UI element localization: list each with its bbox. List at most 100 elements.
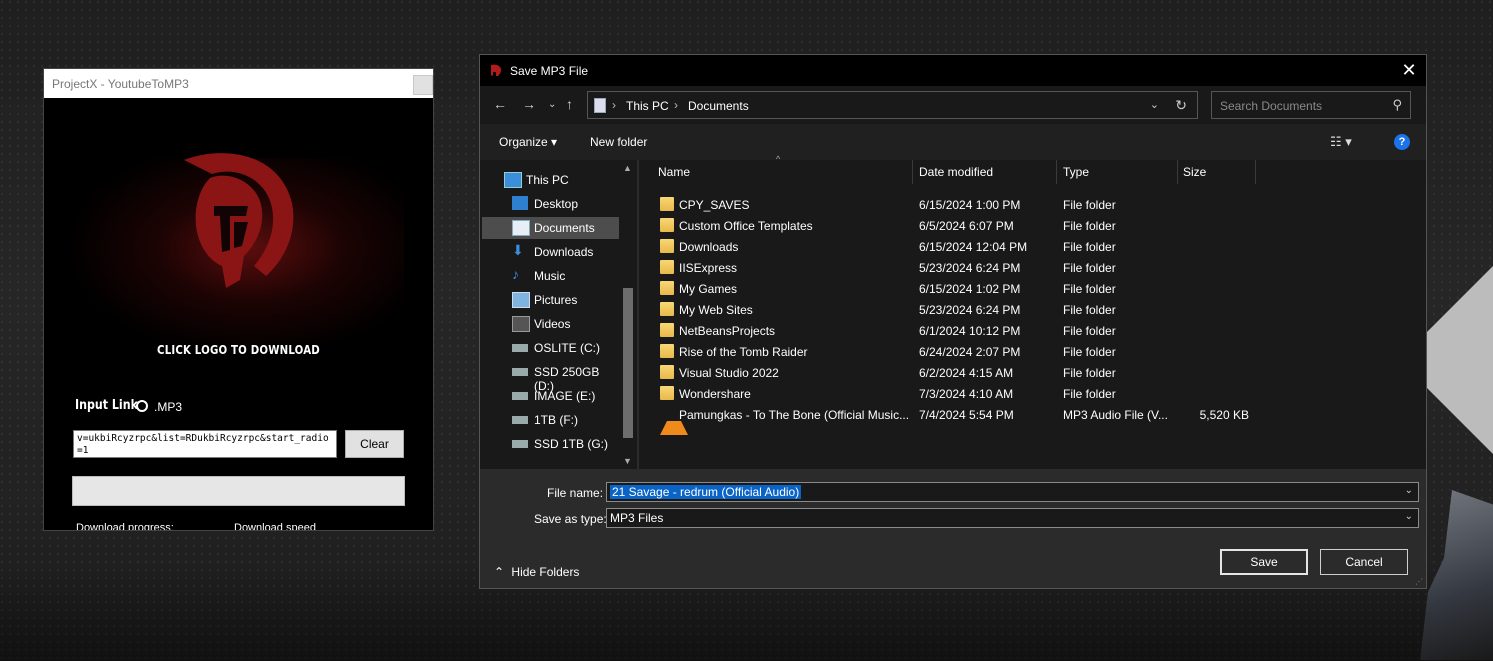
hide-folders-label: Hide Folders bbox=[511, 565, 580, 579]
drive-icon bbox=[512, 416, 528, 424]
nav-item-music[interactable]: ♪ Music bbox=[480, 265, 617, 287]
folder-icon bbox=[660, 386, 674, 400]
save-as-type-label: Save as type: bbox=[534, 512, 607, 526]
file-date-cell: 6/1/2024 10:12 PM bbox=[919, 324, 1021, 338]
dialog-close-button[interactable]: ✕ bbox=[1400, 60, 1418, 80]
address-bar[interactable]: › This PC › Documents ⌄ ↻ bbox=[587, 91, 1198, 119]
cancel-button[interactable]: Cancel bbox=[1320, 549, 1408, 575]
projectx-titlebar: ProjectX - YoutubeToMP3 bbox=[44, 69, 433, 98]
nav-item-drive-c[interactable]: OSLITE (C:) bbox=[480, 337, 617, 359]
dialog-footer: File name: 21 Savage - redrum (Official … bbox=[480, 469, 1426, 588]
projectx-window: ProjectX - YoutubeToMP3 CLICK LOGO TO DO… bbox=[44, 69, 433, 530]
nav-item-downloads[interactable]: ⬇ Downloads bbox=[480, 241, 617, 263]
file-row[interactable]: Downloads 6/15/2024 12:04 PM File folder bbox=[639, 236, 1426, 257]
nav-item-drive-e[interactable]: IMAGE (E:) bbox=[480, 385, 617, 407]
nav-item-drive-f[interactable]: 1TB (F:) bbox=[480, 409, 617, 431]
file-name-cell: NetBeansProjects bbox=[679, 324, 776, 338]
search-placeholder: Search Documents bbox=[1220, 99, 1323, 113]
chevron-up-icon: ⌃ bbox=[494, 565, 505, 579]
breadcrumb-documents[interactable]: Documents bbox=[688, 99, 749, 113]
projectx-close-button[interactable] bbox=[413, 75, 433, 95]
dialog-toolbar: Organize ▾ New folder ☷ ▾ ? bbox=[480, 124, 1426, 160]
address-dropdown-chevron-icon[interactable]: ⌄ bbox=[1150, 98, 1159, 111]
breadcrumb-this-pc[interactable]: This PC bbox=[626, 99, 669, 113]
file-row[interactable]: Rise of the Tomb Raider 6/24/2024 2:07 PM… bbox=[639, 341, 1426, 362]
up-arrow-icon[interactable]: ↑ bbox=[566, 96, 573, 112]
organize-menu-button[interactable]: Organize ▾ bbox=[499, 135, 557, 149]
save-as-type-value: MP3 Files bbox=[610, 511, 664, 525]
scroll-up-icon[interactable]: ▲ bbox=[623, 163, 632, 173]
forward-arrow-icon[interactable]: → bbox=[522, 96, 536, 112]
recent-locations-chevron-icon[interactable]: ⌄ bbox=[548, 99, 556, 110]
nav-item-label: This PC bbox=[526, 173, 569, 187]
file-row[interactable]: Wondershare 7/3/2024 4:10 AM File folder bbox=[639, 383, 1426, 404]
file-name-cell: Visual Studio 2022 bbox=[679, 366, 779, 380]
file-name-cell: My Web Sites bbox=[679, 303, 753, 317]
column-header-date[interactable]: Date modified bbox=[919, 165, 993, 179]
new-folder-button[interactable]: New folder bbox=[590, 135, 647, 149]
file-date-cell: 5/23/2024 6:24 PM bbox=[919, 303, 1021, 317]
file-type-cell: File folder bbox=[1063, 282, 1116, 296]
scrollbar-thumb[interactable] bbox=[623, 288, 633, 438]
save-as-type-select[interactable]: MP3 Files ⌄ bbox=[606, 508, 1419, 528]
link-input[interactable]: v=ukbiRcyzrpc&list=RDukbiRcyzrpc&start_r… bbox=[73, 430, 337, 458]
folder-icon bbox=[660, 239, 674, 253]
videos-icon bbox=[512, 316, 530, 332]
nav-item-label: Videos bbox=[534, 317, 571, 331]
file-name-cell: Rise of the Tomb Raider bbox=[679, 345, 808, 359]
column-header-size[interactable]: Size bbox=[1183, 165, 1206, 179]
column-header-type[interactable]: Type bbox=[1063, 165, 1089, 179]
clear-button[interactable]: Clear bbox=[345, 430, 404, 458]
drive-icon bbox=[512, 440, 528, 448]
file-row[interactable]: IISExpress 5/23/2024 6:24 PM File folder bbox=[639, 257, 1426, 278]
resize-grip-icon[interactable]: ⋰ bbox=[1415, 577, 1423, 586]
nav-item-drive-d[interactable]: SSD 250GB (D:) bbox=[480, 361, 617, 393]
file-row[interactable]: My Games 6/15/2024 1:02 PM File folder bbox=[639, 278, 1426, 299]
column-divider[interactable] bbox=[912, 160, 913, 184]
view-options-icon[interactable]: ☷ ▾ bbox=[1330, 134, 1352, 150]
nav-item-label: Documents bbox=[534, 221, 595, 235]
download-progress-bar bbox=[72, 476, 405, 506]
column-divider[interactable] bbox=[1255, 160, 1256, 184]
back-arrow-icon[interactable]: ← bbox=[493, 96, 507, 112]
file-name-dropdown-chevron-icon[interactable]: ⌄ bbox=[1405, 485, 1413, 496]
search-box[interactable]: Search Documents ⚲ bbox=[1211, 91, 1411, 119]
save-as-type-chevron-icon[interactable]: ⌄ bbox=[1405, 511, 1413, 522]
nav-item-videos[interactable]: Videos bbox=[480, 313, 617, 335]
save-button[interactable]: Save bbox=[1220, 549, 1308, 575]
scroll-down-icon[interactable]: ▼ bbox=[623, 456, 632, 466]
file-row[interactable]: Pamungkas - To The Bone (Official Music.… bbox=[639, 404, 1426, 435]
column-header-name[interactable]: Name bbox=[658, 165, 690, 179]
search-icon: ⚲ bbox=[1392, 97, 1402, 112]
file-row[interactable]: CPY_SAVES 6/15/2024 1:00 PM File folder bbox=[639, 194, 1426, 215]
column-divider[interactable] bbox=[1056, 160, 1057, 184]
nav-item-drive-g[interactable]: SSD 1TB (G:) bbox=[480, 433, 617, 455]
file-row[interactable]: Custom Office Templates 6/5/2024 6:07 PM F… bbox=[639, 215, 1426, 236]
dialog-title: Save MP3 File bbox=[510, 64, 589, 78]
spartan-helmet-logo-icon[interactable] bbox=[174, 148, 304, 288]
file-name-input[interactable]: 21 Savage - redrum (Official Audio) ⌄ bbox=[606, 482, 1419, 502]
help-icon[interactable]: ? bbox=[1394, 134, 1410, 150]
nav-item-pictures[interactable]: Pictures bbox=[480, 289, 617, 311]
nav-item-this-pc[interactable]: This PC bbox=[480, 169, 617, 191]
file-row[interactable]: My Web Sites 5/23/2024 6:24 PM File folder bbox=[639, 299, 1426, 320]
column-divider[interactable] bbox=[1177, 160, 1178, 184]
file-date-cell: 6/24/2024 2:07 PM bbox=[919, 345, 1021, 359]
download-speed-label: Download speed bbox=[234, 522, 316, 530]
refresh-icon[interactable]: ↻ bbox=[1175, 97, 1187, 114]
mp3-radio-button[interactable] bbox=[136, 400, 148, 412]
nav-item-documents[interactable]: Documents bbox=[482, 217, 619, 239]
file-type-cell: File folder bbox=[1063, 219, 1116, 233]
navigation-scrollbar[interactable]: ▲ ▼ bbox=[621, 160, 635, 469]
drive-icon bbox=[512, 392, 528, 400]
file-row[interactable]: Visual Studio 2022 6/2/2024 4:15 AM File f… bbox=[639, 362, 1426, 383]
nav-item-label: Music bbox=[534, 269, 566, 283]
folder-icon bbox=[660, 344, 674, 358]
download-cta-text: CLICK LOGO TO DOWNLOAD bbox=[157, 343, 320, 357]
hide-folders-toggle[interactable]: ⌃ Hide Folders bbox=[494, 565, 579, 579]
file-date-cell: 6/15/2024 12:04 PM bbox=[919, 240, 1028, 254]
music-icon: ♪ bbox=[512, 266, 519, 282]
file-row[interactable]: NetBeansProjects 6/1/2024 10:12 PM File fo… bbox=[639, 320, 1426, 341]
nav-item-desktop[interactable]: Desktop bbox=[480, 193, 617, 215]
pictures-icon bbox=[512, 292, 530, 308]
